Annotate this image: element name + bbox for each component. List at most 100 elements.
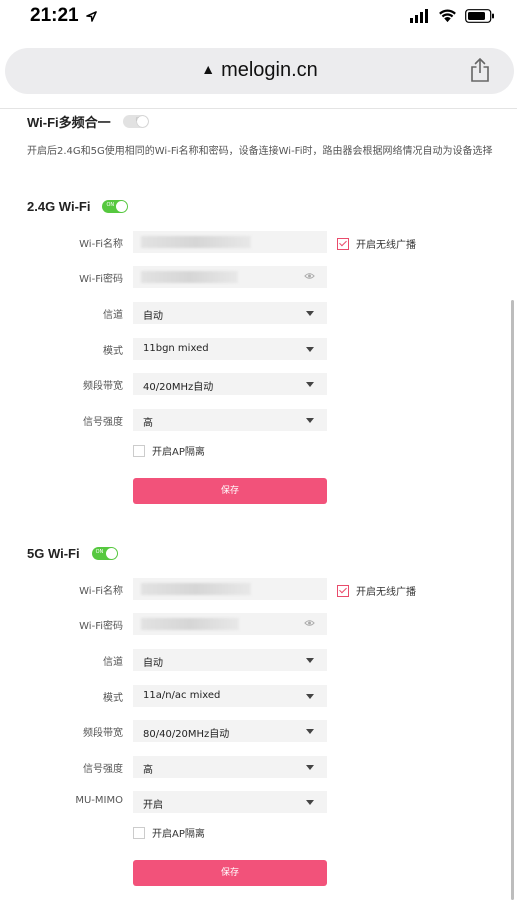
wifi5-save-button[interactable]: 保存 [133,860,327,886]
wifi24-password-label: Wi-Fi密码 [79,274,123,285]
wifi5-channel-value: 自动 [143,658,163,669]
cellular-signal-icon [410,9,428,23]
eye-icon[interactable] [304,272,315,280]
wifi24-channel-value: 自动 [143,311,163,322]
wifi5-ssid-value-blurred [141,583,251,595]
merge-row: Wi-Fi多频合一 OFF [27,112,149,131]
scrollbar[interactable] [511,300,514,900]
wifi5-password-row: Wi-Fi密码 [0,613,517,635]
wifi5-password-label: Wi-Fi密码 [79,621,123,632]
wifi24-channel-select[interactable]: 自动 [133,302,327,324]
merge-toggle-state: OFF [135,117,146,123]
wifi5-signal-value: 高 [143,765,153,776]
wifi24-ap-isolation[interactable]: 开启AP隔离 [133,443,205,458]
wifi24-password-input[interactable] [133,266,327,288]
url-text: melogin.cn [221,59,318,81]
wifi24-ssid-label: Wi-Fi名称 [79,239,123,250]
wifi5-ssid-label: Wi-Fi名称 [79,586,123,597]
status-time: 21:21 [30,5,79,26]
wifi24-toggle-state: ON [106,202,115,208]
wifi24-save-button[interactable]: 保存 [133,478,327,504]
wifi5-broadcast-check[interactable] [337,584,349,597]
wifi24-ap-isolation-label: 开启AP隔离 [152,447,205,458]
chevron-down-icon [306,311,314,316]
wifi5-mumimo-value: 开启 [143,800,163,811]
chevron-down-icon [306,347,314,352]
wifi24-ap-isolation-checkbox[interactable] [133,444,145,457]
merge-title: Wi-Fi多频合一 [27,115,111,130]
wifi24-password-row: Wi-Fi密码 [0,266,517,288]
wifi24-password-value-blurred [141,271,238,283]
wifi5-bandwidth-label: 频段带宽 [83,728,123,739]
wifi5-ap-isolation-checkbox[interactable] [133,826,145,839]
wifi24-ssid-row: Wi-Fi名称 开启无线广播 [0,231,517,253]
wifi24-mode-select[interactable]: 11bgn mixed [133,338,327,360]
section-5g-title: 5G Wi-Fi [27,546,80,561]
wifi5-channel-label: 信道 [103,657,123,668]
eye-icon[interactable] [304,619,315,627]
wifi5-mode-row: 模式 11a/n/ac mixed [0,685,517,707]
status-bar: 21:21 [0,0,517,36]
wifi5-ssid-row: Wi-Fi名称 开启无线广播 [0,578,517,600]
wifi24-signal-row: 信号强度 高 [0,409,517,431]
section-5g-header: 5G Wi-Fi ON [27,546,118,561]
wifi5-signal-row: 信号强度 高 [0,756,517,778]
wifi24-ssid-input[interactable] [133,231,327,253]
wifi5-password-input[interactable] [133,613,327,635]
wifi5-channel-select[interactable]: 自动 [133,649,327,671]
browser-toolbar: ▲ melogin.cn [0,36,517,109]
wifi-icon [439,9,456,23]
merge-toggle[interactable]: OFF [122,115,149,128]
wifi24-mode-row: 模式 11bgn mixed [0,338,517,360]
wifi24-broadcast-label: 开启无线广播 [356,240,416,251]
chevron-down-icon [306,658,314,663]
wifi5-bandwidth-select[interactable]: 80/40/20MHz自动 [133,720,327,742]
wifi5-ap-isolation[interactable]: 开启AP隔离 [133,825,205,840]
wifi5-bandwidth-row: 频段带宽 80/40/20MHz自动 [0,720,517,742]
wifi24-mode-value: 11bgn mixed [143,343,209,354]
wifi5-mumimo-label: MU-MIMO [75,795,123,806]
merge-description: 开启后2.4G和5G使用相同的Wi-Fi名称和密码，设备连接Wi-Fi时，路由器… [27,146,493,157]
wifi5-ssid-input[interactable] [133,578,327,600]
chevron-down-icon [306,729,314,734]
wifi24-ssid-value-blurred [141,236,251,248]
wifi24-signal-select[interactable]: 高 [133,409,327,431]
wifi5-bandwidth-value: 80/40/20MHz自动 [143,729,230,740]
wifi5-broadcast-label: 开启无线广播 [356,587,416,598]
wifi5-toggle-state: ON [95,549,104,555]
wifi5-broadcast-checkbox[interactable]: 开启无线广播 [337,583,416,598]
location-arrow-icon [86,11,97,22]
wifi24-mode-label: 模式 [103,346,123,357]
wifi24-bandwidth-label: 频段带宽 [83,381,123,392]
chevron-down-icon [306,418,314,423]
wifi24-broadcast-checkbox[interactable]: 开启无线广播 [337,236,416,251]
wifi24-bandwidth-value: 40/20MHz自动 [143,382,214,393]
address-bar[interactable]: ▲ melogin.cn [5,48,514,94]
wifi5-password-value-blurred [141,618,239,630]
wifi5-mode-label: 模式 [103,693,123,704]
wifi5-mumimo-row: MU-MIMO 开启 [0,791,517,813]
chevron-down-icon [306,382,314,387]
warning-icon: ▲ [201,61,216,77]
wifi24-signal-value: 高 [143,418,153,429]
wifi5-signal-label: 信号强度 [83,764,123,775]
share-icon[interactable] [470,57,490,83]
url-display[interactable]: ▲ melogin.cn [5,59,514,82]
wifi5-channel-row: 信道 自动 [0,649,517,671]
wifi24-bandwidth-row: 频段带宽 40/20MHz自动 [0,373,517,395]
wifi24-channel-row: 信道 自动 [0,302,517,324]
battery-icon [465,9,494,23]
wifi24-bandwidth-select[interactable]: 40/20MHz自动 [133,373,327,395]
section-24g-title: 2.4G Wi-Fi [27,199,91,214]
section-24g-header: 2.4G Wi-Fi ON [27,199,129,214]
wifi24-signal-label: 信号强度 [83,417,123,428]
wifi5-signal-select[interactable]: 高 [133,756,327,778]
wifi5-mode-select[interactable]: 11a/n/ac mixed [133,685,327,707]
chevron-down-icon [306,800,314,805]
chevron-down-icon [306,765,314,770]
chevron-down-icon [306,694,314,699]
wifi24-broadcast-check[interactable] [337,237,349,250]
wifi24-toggle[interactable]: ON [102,200,129,213]
wifi5-mumimo-select[interactable]: 开启 [133,791,327,813]
wifi5-toggle[interactable]: ON [91,547,118,560]
